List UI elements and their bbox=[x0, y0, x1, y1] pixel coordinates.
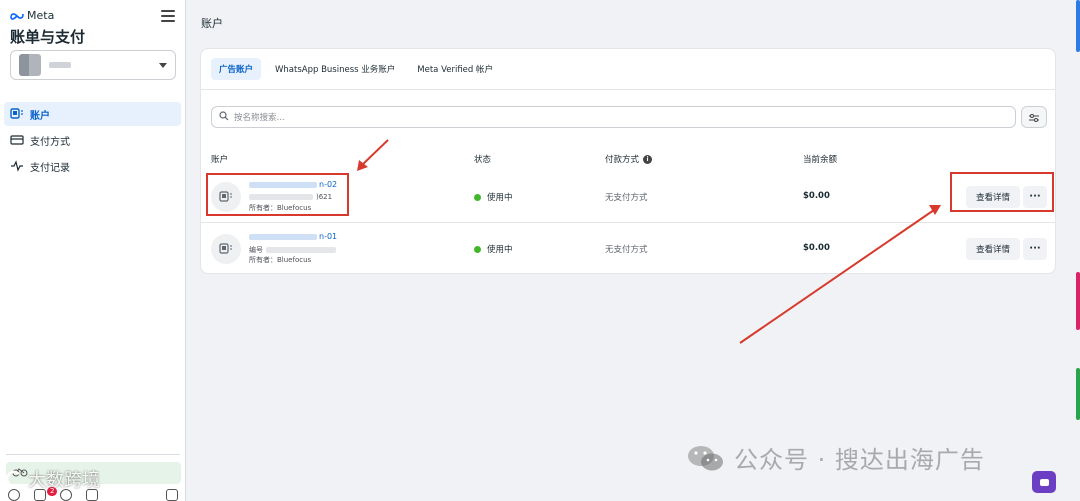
business-account-selector[interactable] bbox=[10, 50, 176, 80]
status-cell: 使用中 bbox=[474, 243, 513, 255]
sidebar-item-payment-methods[interactable]: 支付方式 bbox=[4, 128, 181, 152]
col-payment-label: 付款方式 bbox=[605, 155, 640, 165]
annotation-highlight-account bbox=[206, 173, 349, 216]
business-avatar bbox=[19, 54, 41, 76]
side-tab-blue[interactable] bbox=[1076, 0, 1080, 52]
chat-button[interactable] bbox=[1032, 471, 1056, 493]
sidebar-item-label: 支付记录 bbox=[30, 162, 70, 174]
status-label: 使用中 bbox=[487, 193, 513, 203]
status-active-dot bbox=[474, 193, 481, 201]
tab-whatsapp-business[interactable]: WhatsApp Business 业务账户 bbox=[267, 58, 403, 80]
watermark-text: 公众号 · 搜达出海广告 bbox=[734, 446, 985, 474]
sidebar-nav: 账户 支付方式 支付记录 bbox=[4, 102, 181, 180]
status-active-dot bbox=[474, 245, 481, 253]
account-name-link[interactable]: n-01 bbox=[249, 232, 337, 241]
col-account[interactable]: 账户 bbox=[211, 153, 228, 165]
sidebar-item-label: 账户 bbox=[30, 110, 50, 122]
sidebar-item-payment-activity[interactable]: 支付记录 bbox=[4, 154, 181, 178]
brand-label: Meta bbox=[27, 9, 55, 22]
side-tab-green[interactable] bbox=[1076, 368, 1080, 420]
sliders-icon bbox=[1028, 108, 1040, 127]
balance-cell: $0.00 bbox=[803, 243, 830, 253]
search-input[interactable]: 按名称搜索... bbox=[211, 106, 1016, 128]
payment-method-cell: 无支付方式 bbox=[605, 193, 648, 203]
side-tab-pink[interactable] bbox=[1076, 272, 1080, 330]
sidebar: Meta 账单与支付 账户 支付方式 支付记录 2 bbox=[0, 0, 186, 501]
collapse-sidebar-icon[interactable] bbox=[166, 488, 178, 501]
table-row[interactable]: n-01 编号 所有者：Bluefocus 使用中 无支付方式 $0.00 查看… bbox=[201, 223, 1055, 275]
sidebar-item-accounts[interactable]: 账户 bbox=[4, 102, 181, 126]
account-id-prefix: 编号 bbox=[249, 246, 263, 254]
col-balance[interactable]: 当前余额 bbox=[803, 153, 837, 165]
activity-icon bbox=[10, 159, 24, 173]
watermark-brand-text: 大数跨境 bbox=[28, 470, 100, 491]
view-details-button[interactable]: 查看详情 bbox=[966, 238, 1020, 260]
table-header: 账户 状态 付款方式 i 当前余额 bbox=[201, 142, 1055, 172]
brand-c-icon bbox=[5, 470, 20, 488]
caret-down-icon bbox=[159, 62, 167, 68]
wechat-icon bbox=[688, 445, 723, 470]
info-icon[interactable]: i bbox=[643, 154, 653, 164]
app-title: 账单与支付 bbox=[10, 28, 86, 46]
watermark-brand: 大数跨境 bbox=[4, 466, 100, 492]
sidebar-item-label: 支付方式 bbox=[30, 136, 70, 148]
accounts-icon bbox=[10, 107, 24, 121]
account-name-suffix: n-01 bbox=[319, 232, 338, 241]
more-options-button[interactable]: ··· bbox=[1023, 238, 1047, 260]
balance-cell: $0.00 bbox=[803, 191, 830, 201]
menu-icon[interactable] bbox=[161, 10, 175, 22]
right-edge bbox=[1064, 0, 1080, 501]
search-icon bbox=[219, 110, 229, 124]
col-status[interactable]: 状态 bbox=[474, 153, 491, 165]
meta-logo: Meta bbox=[10, 9, 54, 22]
tab-meta-verified[interactable]: Meta Verified 帐户 bbox=[409, 58, 501, 80]
redacted-id bbox=[266, 247, 336, 253]
account-type-tabs: 广告账户 WhatsApp Business 业务账户 Meta Verifie… bbox=[211, 58, 501, 80]
meta-infinity-icon bbox=[10, 12, 24, 20]
chat-icon bbox=[1039, 478, 1049, 486]
account-id: 编号 bbox=[249, 245, 336, 255]
card-icon bbox=[10, 133, 24, 147]
annotation-highlight-details bbox=[950, 172, 1054, 212]
page-title: 账户 bbox=[201, 17, 223, 30]
sidebar-divider bbox=[6, 454, 180, 455]
tab-ad-accounts[interactable]: 广告账户 bbox=[211, 58, 262, 80]
tabs-divider bbox=[201, 89, 1055, 90]
status-cell: 使用中 bbox=[474, 191, 513, 203]
payment-method-cell: 无支付方式 bbox=[605, 245, 648, 255]
redacted-name bbox=[249, 233, 317, 240]
business-name-redacted bbox=[49, 62, 71, 68]
ad-account-icon bbox=[211, 234, 241, 264]
filter-button[interactable] bbox=[1021, 106, 1047, 128]
status-label: 使用中 bbox=[487, 245, 513, 255]
col-payment-method[interactable]: 付款方式 i bbox=[605, 153, 653, 165]
watermark-wechat: 公众号 · 搜达出海广告 bbox=[686, 440, 985, 475]
search-placeholder: 按名称搜索... bbox=[234, 113, 285, 123]
account-owner: 所有者：Bluefocus bbox=[249, 256, 312, 264]
accounts-card: 广告账户 WhatsApp Business 业务账户 Meta Verifie… bbox=[200, 48, 1056, 274]
